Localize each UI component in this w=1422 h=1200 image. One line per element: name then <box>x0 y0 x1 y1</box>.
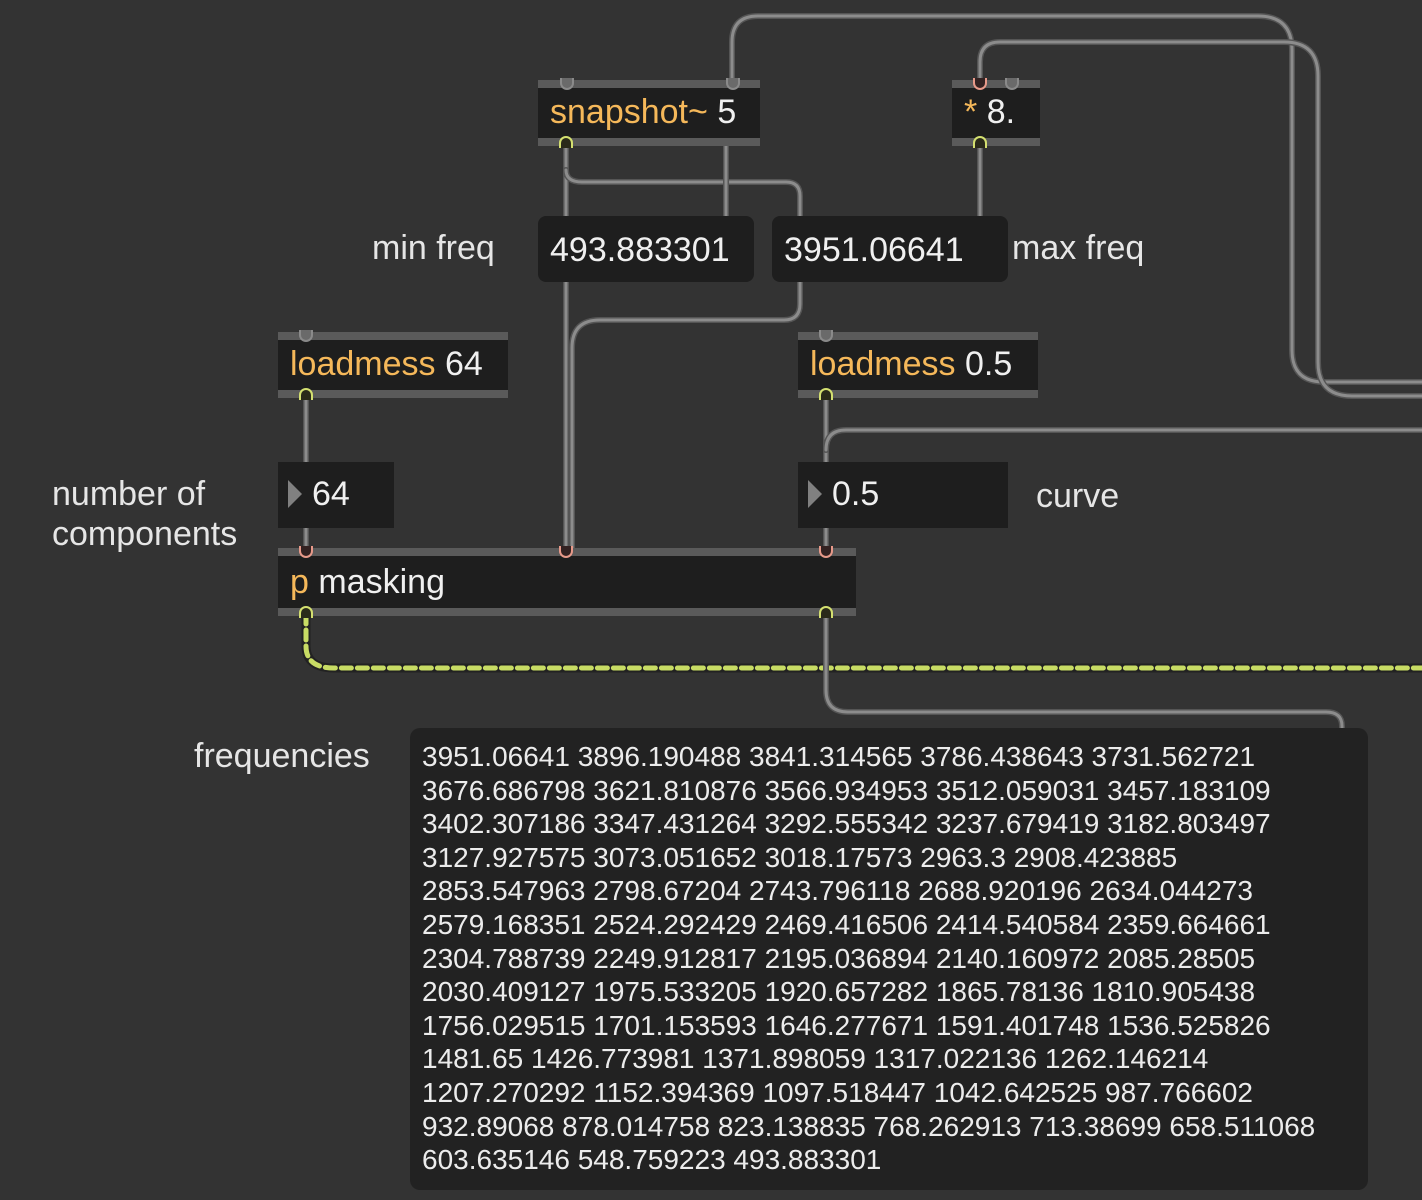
min-freq-number-box[interactable]: 493.883301 <box>538 216 754 282</box>
inlet[interactable] <box>299 330 313 342</box>
object-args: 0.5 <box>964 345 1013 383</box>
object-args: 64 <box>444 345 483 383</box>
signal-cord[interactable] <box>301 609 1422 673</box>
number-of-components-label-line2: components <box>52 515 238 553</box>
object-text: snapshot~ 5 <box>550 92 736 132</box>
object-text: p masking <box>290 562 445 602</box>
patch-cord[interactable] <box>977 39 1422 399</box>
number-box-arrow-icon <box>808 480 822 508</box>
signal-outlet[interactable] <box>299 606 313 618</box>
object-outlet-bar <box>798 390 1038 398</box>
inlet[interactable] <box>819 546 833 558</box>
inlet[interactable] <box>726 78 740 90</box>
max-freq-number-box[interactable]: 3951.06641 <box>772 216 1008 282</box>
loadmess-curve-object[interactable]: loadmess 0.5 <box>798 330 1038 400</box>
object-args: 8. <box>986 93 1016 131</box>
outlet[interactable] <box>819 606 833 618</box>
frequencies-message-box[interactable]: 3951.06641 3896.190488 3841.314565 3786.… <box>410 728 1368 1190</box>
hot-inlet[interactable] <box>973 78 987 90</box>
frequencies-label: frequencies <box>194 737 370 775</box>
frequencies-list: 3951.06641 3896.190488 3841.314565 3786.… <box>422 741 1316 1176</box>
max-freq-value: 3951.06641 <box>784 231 964 269</box>
curve-value: 0.5 <box>832 475 880 513</box>
loadmess-components-object[interactable]: loadmess 64 <box>278 330 508 400</box>
patch-cord[interactable] <box>569 279 803 551</box>
multiply-object[interactable]: * 8. <box>952 78 1040 148</box>
hot-inlet[interactable] <box>299 546 313 558</box>
outlet[interactable] <box>819 388 833 400</box>
object-class: * <box>964 93 978 131</box>
components-value: 64 <box>312 475 350 513</box>
object-inlet-bar <box>798 332 1038 340</box>
outlet[interactable] <box>299 388 313 400</box>
object-class: loadmess <box>290 345 436 383</box>
inlet[interactable] <box>1005 78 1019 90</box>
snapshot-object[interactable]: snapshot~ 5 <box>538 78 760 148</box>
object-class: loadmess <box>810 345 956 383</box>
p-masking-subpatcher[interactable]: p masking <box>278 546 856 618</box>
patch-cord[interactable] <box>823 427 1422 453</box>
inlet[interactable] <box>560 78 574 90</box>
inlet[interactable] <box>819 330 833 342</box>
object-text: * 8. <box>964 92 1015 132</box>
min-freq-label: min freq <box>372 229 495 267</box>
object-outlet-bar <box>278 608 856 616</box>
inlet[interactable] <box>559 546 573 558</box>
curve-number-box[interactable]: 0.5 <box>798 462 1008 528</box>
outlet[interactable] <box>559 136 573 148</box>
object-args: 5 <box>717 93 737 131</box>
max-freq-label: max freq <box>1012 229 1145 267</box>
object-text: loadmess 64 <box>290 344 483 384</box>
curve-label: curve <box>1036 477 1120 515</box>
object-inlet-bar <box>952 80 1040 88</box>
object-class: p <box>290 563 309 601</box>
object-args: masking <box>318 563 445 601</box>
min-freq-value: 493.883301 <box>550 231 730 269</box>
object-outlet-bar <box>952 138 1040 146</box>
object-text: loadmess 0.5 <box>810 344 1012 384</box>
object-class: snapshot~ <box>550 93 708 131</box>
components-number-box[interactable]: 64 <box>278 462 394 528</box>
patch-cord[interactable] <box>563 167 803 219</box>
number-of-components-label-line1: number of <box>52 475 206 513</box>
outlet[interactable] <box>973 136 987 148</box>
number-box-arrow-icon <box>288 480 302 508</box>
